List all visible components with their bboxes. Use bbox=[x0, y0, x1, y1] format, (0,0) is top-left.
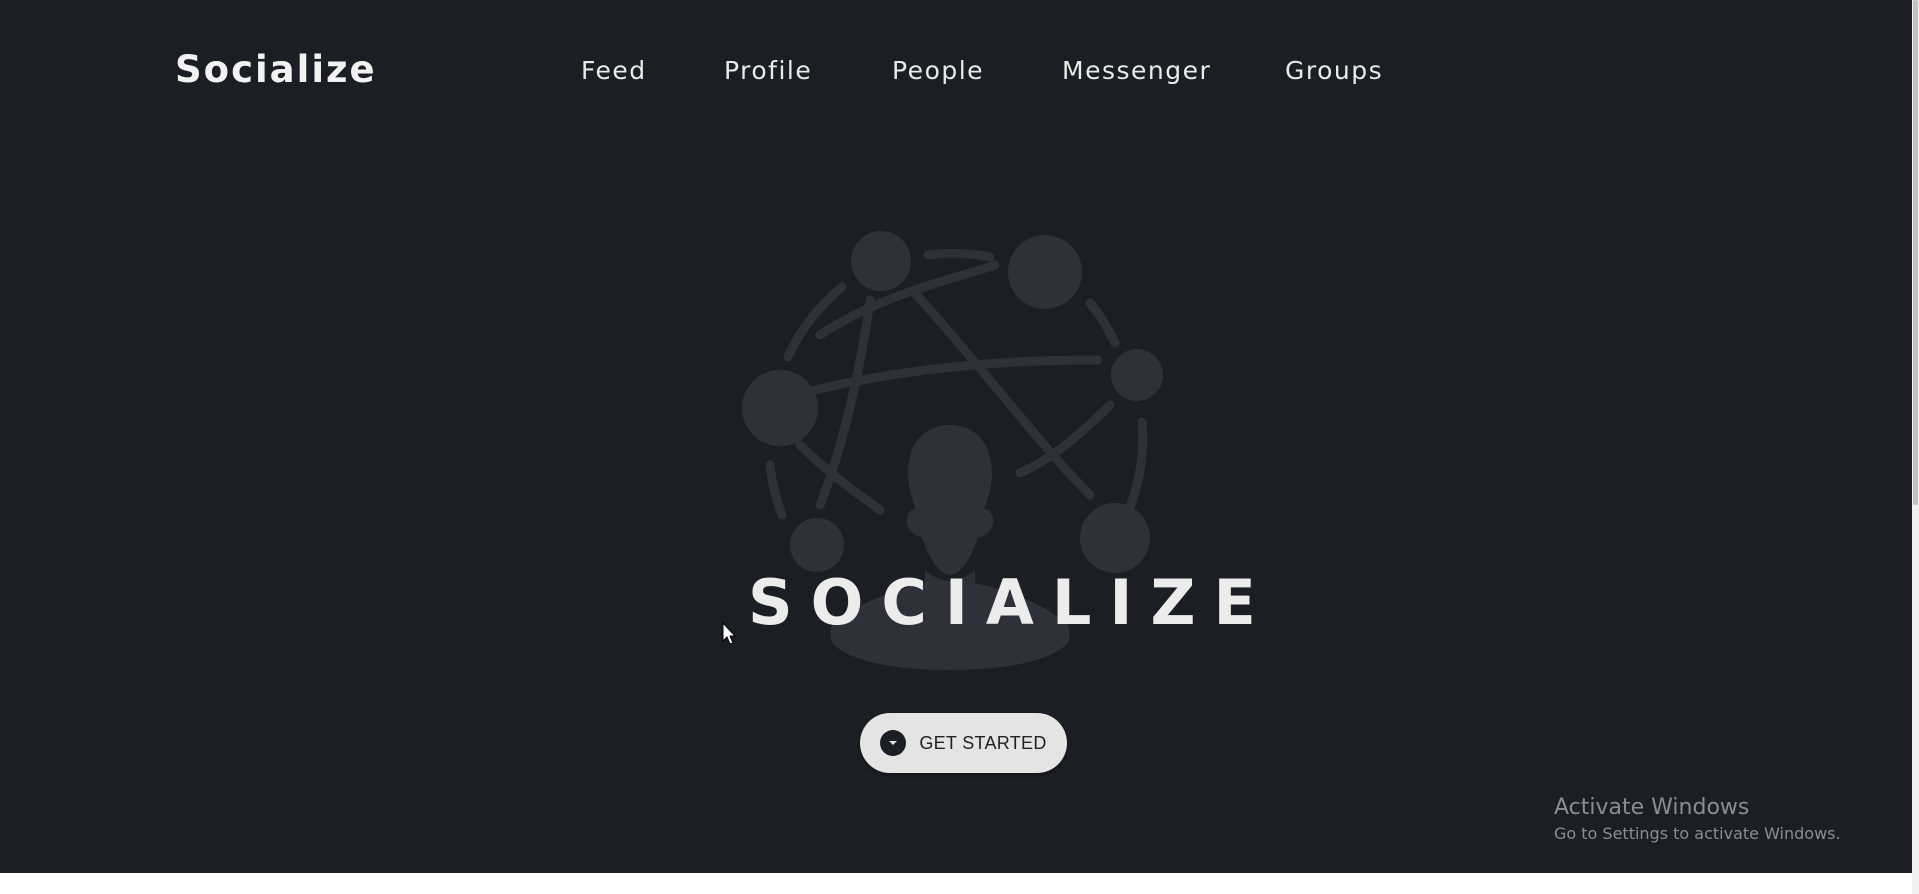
nav-item-people[interactable]: People bbox=[892, 52, 984, 90]
hero-section: Socialize Feed Profile People Messenger … bbox=[0, 0, 1912, 873]
main-nav: Feed Profile People Messenger Groups bbox=[0, 52, 1912, 92]
get-started-button[interactable]: GET STARTED bbox=[860, 713, 1067, 773]
nav-item-feed[interactable]: Feed bbox=[581, 52, 647, 90]
windows-activation-watermark: Activate Windows Go to Settings to activ… bbox=[1554, 793, 1841, 845]
watermark-title: Activate Windows bbox=[1554, 795, 1750, 820]
nav-item-profile[interactable]: Profile bbox=[724, 52, 812, 90]
watermark-subtitle: Go to Settings to activate Windows. bbox=[1554, 824, 1841, 843]
chevron-down-circle-icon bbox=[880, 730, 907, 756]
scrollbar-thumb[interactable] bbox=[1913, 0, 1918, 505]
chevron-down-icon bbox=[889, 741, 898, 745]
vertical-scrollbar[interactable] bbox=[1912, 0, 1919, 894]
page: Socialize Feed Profile People Messenger … bbox=[0, 0, 1919, 894]
nav-item-groups[interactable]: Groups bbox=[1285, 52, 1383, 90]
mouse-cursor-icon bbox=[722, 622, 737, 645]
hero-title: SOCIALIZE bbox=[748, 566, 1274, 639]
nav-item-messenger[interactable]: Messenger bbox=[1062, 52, 1211, 90]
get-started-label: GET STARTED bbox=[919, 732, 1047, 753]
